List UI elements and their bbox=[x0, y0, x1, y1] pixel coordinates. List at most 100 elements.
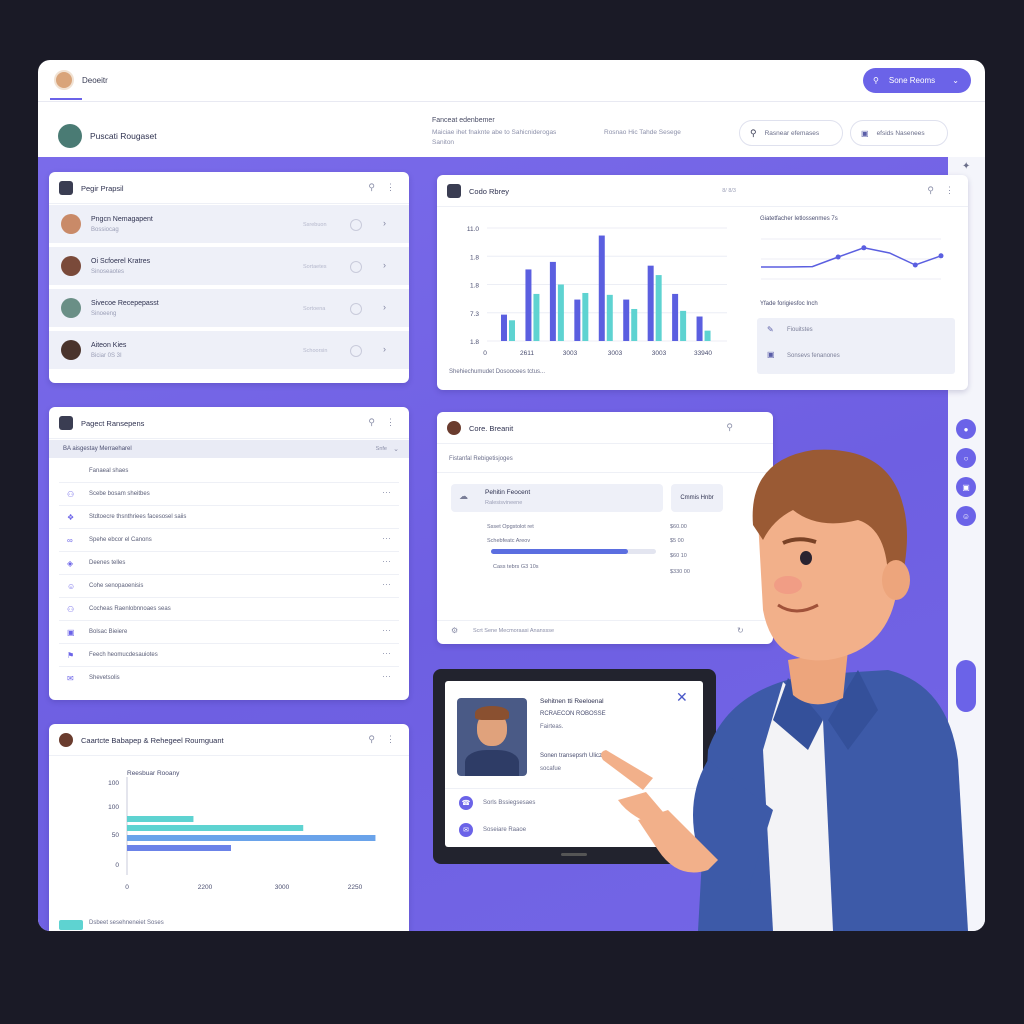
tool-icon: ❖ bbox=[67, 513, 75, 522]
search-icon: ⚲ bbox=[873, 76, 879, 85]
list-item[interactable]: Aiteon Kies Biciar 0S 3I Schoorsin › bbox=[49, 331, 409, 371]
list-item[interactable]: ∞ Spehe ebcor el Canons ⋯ bbox=[59, 529, 399, 552]
chevron-right-icon[interactable]: › bbox=[383, 260, 386, 270]
summary-sub: Ralesisvineene bbox=[485, 500, 523, 506]
y-tick-label: 1.8 bbox=[470, 283, 479, 290]
bar bbox=[574, 299, 581, 341]
avatar bbox=[61, 256, 81, 276]
avatar bbox=[447, 421, 461, 435]
filter-pill[interactable]: ▣ efsids Nasenees bbox=[850, 120, 948, 146]
bar-chart-card: Codo Rbrey 8/ 8/3 ⚲ ⋮ 11.0 1.8 1.8 7.3 1.8 0 2… bbox=[437, 175, 968, 390]
contact-item[interactable]: Sorls Bssiegsesaes bbox=[483, 800, 535, 806]
user-avatar[interactable] bbox=[54, 70, 74, 90]
more-icon[interactable]: ⋮ bbox=[386, 734, 395, 745]
x-tick-label: 3000 bbox=[275, 884, 290, 891]
more-icon[interactable]: ⋮ bbox=[386, 182, 395, 193]
more-icon[interactable]: ⋯ bbox=[382, 579, 391, 590]
link-list: ✎ Fiouitstes ▣ Sonsevs fenanones bbox=[757, 318, 955, 374]
more-icon[interactable]: ⋯ bbox=[382, 556, 391, 567]
chat-icon: ✉ bbox=[67, 674, 74, 683]
list-item[interactable]: ❖ Stdtoecre thsnthriees facesosel saiis bbox=[59, 506, 399, 529]
edit-icon: ✎ bbox=[767, 325, 774, 334]
search-icon[interactable]: ⚲ bbox=[368, 182, 375, 193]
link-item[interactable]: Fiouitstes bbox=[787, 327, 813, 333]
status-icon bbox=[350, 345, 362, 357]
list-item[interactable]: Sivecoe Recepepasst Sinoeeng Sortoena › bbox=[49, 289, 409, 329]
list-item[interactable]: ⚇ Scebe bosam sheitbes ⋯ bbox=[59, 483, 399, 506]
link-item[interactable]: Sonsevs fenanones bbox=[787, 353, 840, 359]
search-pill[interactable]: ⚲ Rasnear efemases bbox=[739, 120, 843, 146]
card-title: Pagect Ransepens bbox=[81, 419, 145, 428]
x-tick-label: 0 bbox=[125, 884, 129, 891]
search-icon[interactable]: ⚲ bbox=[368, 734, 375, 745]
more-icon[interactable]: ⋮ bbox=[386, 417, 395, 428]
list-item[interactable]: ⚇ Cocheas Raenlobnnoaes seas bbox=[59, 598, 399, 621]
y-tick-label: 100 bbox=[108, 780, 119, 787]
card-header: Pagect Ransepens ⚲ ⋮ bbox=[49, 407, 409, 439]
line-point bbox=[861, 245, 867, 251]
list-item[interactable]: ▣ Bolsac Bieiere ⋯ bbox=[59, 621, 399, 644]
detail-line: Schebfeatc Areov bbox=[487, 538, 531, 544]
hbar-chart: Reesbuar Rooany 100 100 50 0 0 2200 3000 2250 bbox=[108, 770, 376, 891]
avatar bbox=[61, 340, 81, 360]
legend-label: Reesbuar Rooany bbox=[127, 770, 180, 777]
settings-icon[interactable]: ⚙ bbox=[451, 626, 458, 635]
row-name: Oi Scfoerel Kratres bbox=[91, 258, 151, 265]
search-icon[interactable]: ⚲ bbox=[368, 417, 375, 428]
line-point bbox=[835, 254, 841, 260]
primary-action-label: Sone Reoms bbox=[888, 76, 936, 85]
pin-icon[interactable]: ✦ bbox=[962, 161, 970, 172]
list-item[interactable]: Oi Scfoerel Kratres Sinoseaotes Sortaete… bbox=[49, 247, 409, 287]
card-footer: Shehiechumudet Dosoocees tctus... bbox=[449, 369, 546, 375]
inbox-icon: ▣ bbox=[861, 128, 869, 138]
line-point bbox=[938, 253, 944, 259]
subheader-line: Maiciae ihet fnaknte abe to Sahicniderog… bbox=[432, 129, 557, 136]
project-avatar bbox=[58, 124, 82, 148]
chevron-down-icon[interactable]: ⌄ bbox=[393, 445, 399, 453]
row-meta: Sortoena bbox=[303, 306, 326, 312]
list-item-label: Shevetsolis bbox=[89, 675, 120, 681]
avatar bbox=[59, 733, 73, 747]
more-icon[interactable]: ⋯ bbox=[382, 648, 391, 659]
list-item-label: Scebe bosam sheitbes bbox=[89, 491, 150, 497]
search-icon[interactable]: ⚲ bbox=[927, 185, 934, 196]
list-item[interactable]: ✉ Shevetsolis ⋯ bbox=[59, 667, 399, 690]
x-tick-label: 2200 bbox=[198, 884, 213, 891]
card-header: Codo Rbrey 8/ 8/3 ⚲ ⋮ bbox=[437, 175, 968, 207]
subheader-title: Fanceat edenbemer bbox=[432, 117, 495, 124]
row-name: Aiteon Kies bbox=[91, 342, 127, 349]
list-item[interactable]: ☺ Cohe senopaoenisis ⋯ bbox=[59, 575, 399, 598]
list-item[interactable]: ◈ Deenes telles ⋯ bbox=[59, 552, 399, 575]
list-item[interactable]: Fanaeal shaes bbox=[59, 460, 399, 483]
status-icon bbox=[350, 261, 362, 273]
chevron-right-icon[interactable]: › bbox=[383, 302, 386, 312]
y-tick-label: 1.8 bbox=[470, 339, 479, 346]
avatar bbox=[61, 298, 81, 318]
chevron-right-icon[interactable]: › bbox=[383, 218, 386, 228]
more-icon[interactable]: ⋯ bbox=[382, 671, 391, 682]
avatar bbox=[61, 214, 81, 234]
list-item-label: Deenes telles bbox=[89, 560, 126, 566]
more-icon[interactable]: ⋯ bbox=[382, 625, 391, 636]
mail-icon: ✉ bbox=[459, 823, 473, 837]
row-meta: Sortaetes bbox=[303, 264, 327, 270]
bar bbox=[696, 316, 703, 341]
search-pill-label: Rasnear efemases bbox=[764, 129, 820, 137]
detail-line: Ssset Opgstolot ret bbox=[487, 524, 534, 530]
more-icon[interactable]: ⋯ bbox=[382, 533, 391, 544]
list-item[interactable]: Pngcn Nemagapent Bossiocag Ssrebuon › bbox=[49, 205, 409, 245]
contact-icon: ☎ bbox=[459, 796, 473, 810]
primary-action-button[interactable]: ⚲ Sone Reoms ⌄ bbox=[863, 68, 971, 93]
folder-icon bbox=[59, 181, 73, 195]
bar bbox=[509, 320, 515, 341]
y-tick-label: 0 bbox=[115, 862, 119, 869]
more-icon[interactable]: ⋯ bbox=[382, 487, 391, 498]
tab-dashboard[interactable]: Deoeitr bbox=[82, 76, 108, 85]
chevron-right-icon[interactable]: › bbox=[383, 344, 386, 354]
row-meta: Schoorsin bbox=[303, 348, 328, 354]
line-point bbox=[912, 262, 918, 268]
search-icon: ⚲ bbox=[750, 127, 757, 138]
contact-item[interactable]: Soseiare Raaoe bbox=[483, 827, 526, 833]
more-icon[interactable]: ⋮ bbox=[945, 185, 954, 196]
list-item[interactable]: ⚑ Feech heomucdesauiotes ⋯ bbox=[59, 644, 399, 667]
